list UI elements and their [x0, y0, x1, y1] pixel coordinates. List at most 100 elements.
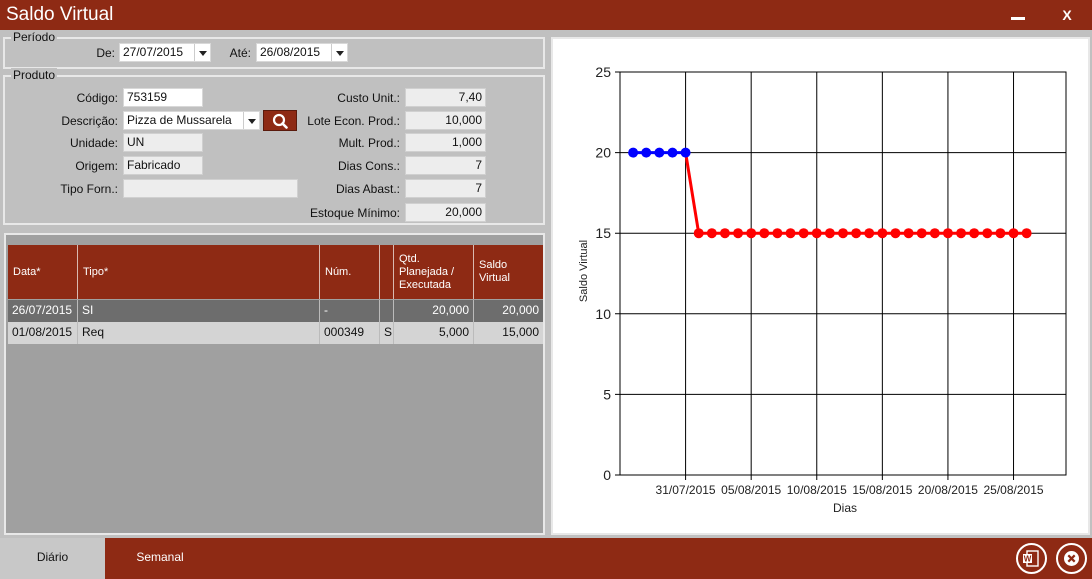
chart-panel: 0 5 10 15 20 25 31/07/2015 05/08/2015 10/08/2015… — [551, 37, 1090, 535]
data-point — [929, 228, 940, 239]
header-num[interactable]: Núm. — [320, 245, 380, 299]
unidade-label: Unidade: — [69, 136, 118, 150]
cell-flag: S — [380, 322, 394, 344]
produto-group: Produto Código: 753159 Descrição: Pizza … — [3, 68, 545, 225]
table-row[interactable]: 26/07/2015 SI - 20,000 20,000 — [8, 300, 543, 322]
search-button[interactable] — [263, 110, 297, 131]
cell-qtd: 5,000 — [394, 322, 474, 344]
de-date-value: 27/07/2015 — [123, 45, 184, 59]
y-tick-label: 10 — [595, 306, 611, 322]
descricao-label: Descrição: — [61, 114, 118, 128]
de-date-picker[interactable]: 27/07/2015 — [119, 43, 211, 62]
codigo-input[interactable]: 753159 — [123, 88, 203, 107]
tab-diario[interactable]: Diário — [0, 538, 105, 579]
data-point — [969, 228, 980, 239]
ate-label: Até: — [229, 46, 251, 60]
minimize-button[interactable] — [1005, 0, 1031, 30]
grid-header: Data* Tipo* Núm. Qtd. Planejada / Execut… — [8, 245, 543, 299]
data-point — [890, 228, 901, 239]
x-tick-label: 20/08/2015 — [918, 483, 978, 497]
series-line — [684, 152, 1027, 235]
dias-cons-label: Dias Cons.: — [337, 159, 400, 173]
data-point — [916, 228, 927, 239]
dias-abast-field: 7 — [405, 179, 486, 198]
data-point — [654, 147, 665, 158]
data-point — [811, 228, 822, 239]
word-icon: W — [1023, 550, 1039, 567]
dias-abast-label: Dias Abast.: — [335, 182, 400, 196]
data-point — [1008, 228, 1019, 239]
cell-flag — [380, 300, 394, 322]
cell-data: 26/07/2015 — [8, 300, 78, 322]
header-qtd-line3: Executada — [399, 279, 451, 291]
data-point — [851, 228, 862, 239]
header-data-label: Data* — [13, 266, 41, 278]
cell-saldo: 15,000 — [502, 325, 539, 339]
data-point — [798, 228, 809, 239]
cell-tipo: SI — [78, 300, 320, 322]
movements-grid[interactable]: Data* Tipo* Núm. Qtd. Planejada / Execut… — [4, 233, 545, 535]
ate-date-value: 26/08/2015 — [260, 45, 321, 59]
header-data[interactable]: Data* — [8, 245, 78, 299]
custo-unit-label: Custo Unit.: — [337, 91, 400, 105]
data-point — [982, 228, 993, 239]
data-point — [838, 228, 848, 239]
y-tick-label: 5 — [603, 386, 611, 402]
tipo-forn-label: Tipo Forn.: — [60, 182, 118, 196]
data-point — [772, 228, 783, 239]
data-point — [864, 228, 875, 239]
data-point — [956, 228, 967, 239]
tab-semanal[interactable]: Semanal — [105, 538, 215, 579]
close-button[interactable]: X — [1054, 4, 1080, 26]
periodo-group: Período De: 27/07/2015 Até: 26/08/2015 — [3, 30, 545, 69]
header-flag[interactable] — [380, 245, 394, 299]
data-point — [680, 147, 691, 158]
header-tipo-label: Tipo* — [83, 266, 109, 278]
produto-legend: Produto — [11, 68, 58, 82]
title-bar: Saldo Virtual X — [0, 0, 1092, 30]
plot-area — [619, 71, 1067, 476]
bottom-tab-bar: Diário Semanal W — [0, 538, 1092, 579]
x-tick-label: 05/08/2015 — [721, 483, 781, 497]
ate-date-picker[interactable]: 26/08/2015 — [256, 43, 348, 62]
de-label: De: — [96, 46, 115, 60]
x-tick-label: 31/07/2015 — [656, 483, 716, 497]
y-tick-label: 0 — [603, 467, 611, 483]
export-word-button[interactable]: W — [1016, 543, 1047, 574]
data-point — [628, 147, 639, 158]
data-point — [706, 228, 717, 239]
estoque-minimo-label: Estoque Mínimo: — [309, 206, 400, 220]
origem-field: Fabricado — [123, 156, 203, 175]
x-tick-label: 15/08/2015 — [852, 483, 912, 497]
saldo-chart: 0 5 10 15 20 25 31/07/2015 05/08/2015 10/08/2015… — [578, 64, 1067, 515]
close-form-button[interactable] — [1056, 543, 1087, 574]
cell-data: 01/08/2015 — [8, 322, 78, 344]
close-circle-icon — [1064, 551, 1079, 566]
descricao-select[interactable]: Pizza de Mussarela — [123, 111, 260, 130]
header-qtd-line1: Qtd. — [399, 253, 420, 265]
header-tipo[interactable]: Tipo* — [78, 245, 320, 299]
header-qtd-line2: Planejada / — [399, 266, 455, 278]
ate-dropdown-icon[interactable] — [331, 44, 347, 61]
table-row[interactable]: 01/08/2015 Req 000349 S 5,000 15,000 — [8, 322, 543, 344]
lote-econ-field: 10,000 — [405, 111, 486, 130]
data-point — [746, 228, 757, 239]
data-point — [877, 228, 888, 239]
cell-num: - — [320, 300, 380, 322]
descricao-dropdown-icon[interactable] — [243, 112, 259, 129]
mult-prod-label: Mult. Prod.: — [338, 136, 400, 150]
periodo-legend: Período — [11, 30, 58, 44]
svg-text:W: W — [1024, 555, 1032, 564]
data-point — [785, 228, 796, 239]
estoque-minimo-field: 20,000 — [405, 203, 486, 222]
data-point — [667, 147, 678, 158]
data-point — [824, 228, 835, 239]
header-saldo[interactable]: Saldo Virtual — [474, 245, 543, 299]
header-qtd[interactable]: Qtd. Planejada / Executada — [394, 245, 474, 299]
header-saldo-line2: Virtual — [479, 272, 510, 284]
tipo-forn-field — [123, 179, 298, 198]
y-axis-label: Saldo Virtual — [578, 240, 590, 302]
y-tick-label: 15 — [595, 225, 611, 241]
header-saldo-line1: Saldo — [479, 259, 508, 271]
cell-saldo: 20,000 — [502, 303, 539, 317]
